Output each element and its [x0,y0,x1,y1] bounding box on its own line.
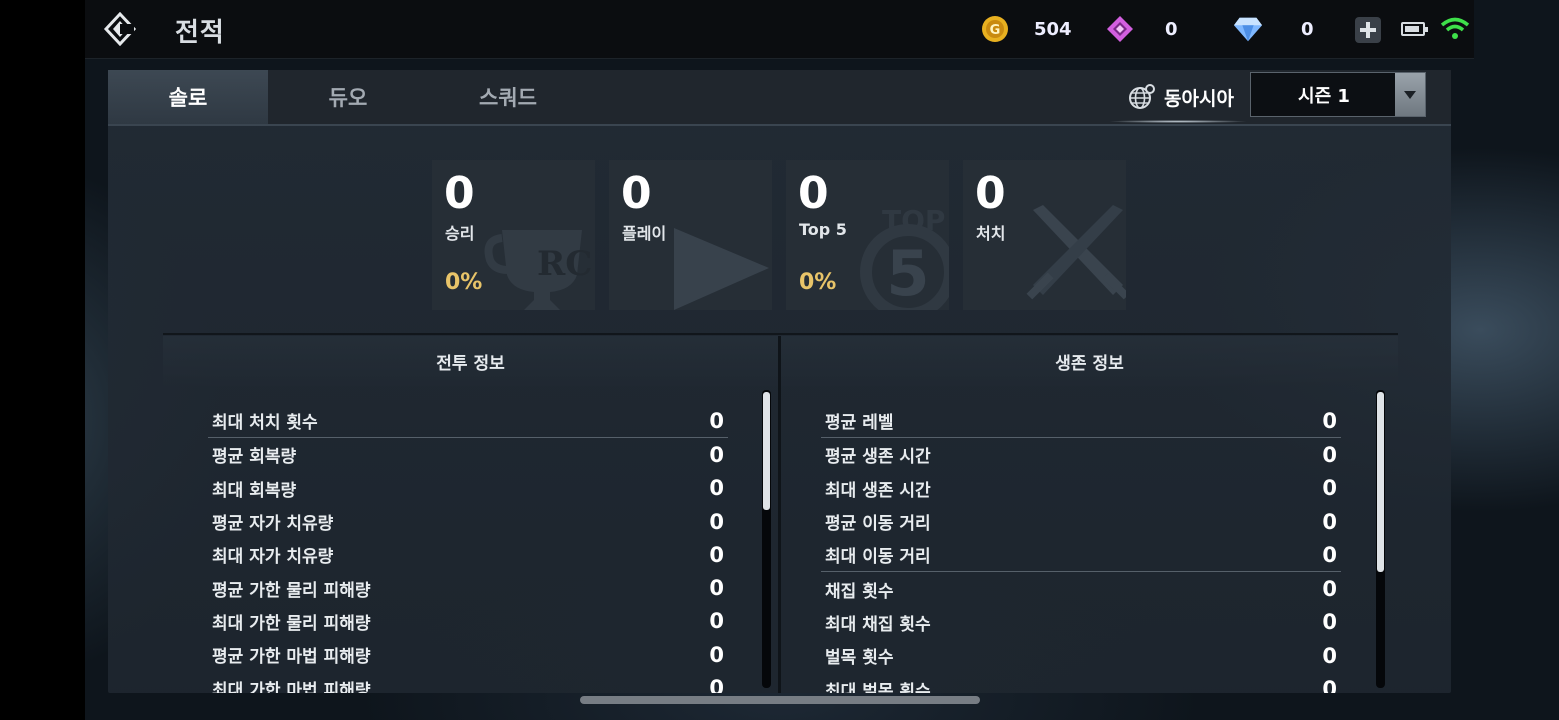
combat-stats-list[interactable]: 최대 처치 횟수 0 평균 회복량 0 최대 회복량 0 평균 자가 치유량 0 최대 … [208,404,733,693]
tab-duo[interactable]: 듀오 [268,70,428,124]
list-item: 최대 자가 치유량 0 [212,542,724,568]
combat-scrollbar-thumb[interactable] [763,392,770,510]
survival-scrollbar[interactable] [1376,390,1385,688]
list-item: 최대 가한 마법 피해량 0 [212,676,724,693]
survival-stats-list[interactable]: 평균 레벨 0 평균 생존 시간 0 최대 생존 시간 0 평균 이동 거리 0 최대 … [821,404,1346,693]
combat-scrollbar[interactable] [762,390,771,688]
region-underline [1108,120,1248,123]
wins-label: 승리 [445,224,475,243]
purple-gem-icon [1105,14,1135,44]
list-item: 최대 회복량 0 [212,476,724,501]
list-item: 평균 이동 거리 0 [825,509,1337,535]
list-item: 평균 회복량 0 [212,442,724,468]
tab-squad[interactable]: 스쿼드 [428,70,588,124]
gold-coin-icon: G [980,14,1010,44]
gold-amount: 504 [1034,18,1072,40]
combat-info-heading: 전투 정보 [163,336,778,386]
kills-value: 0 [975,168,1006,219]
region-selector[interactable]: 동아시아 [1128,82,1234,112]
list-item: 최대 이동 거리 0 [821,538,1341,573]
season-dropdown[interactable]: 시즌 1 [1250,72,1426,117]
list-item: 평균 가한 마법 피해량 0 [212,642,724,668]
diamond-amount: 0 [1301,18,1314,40]
page-title: 전적 [175,18,225,48]
list-item: 평균 생존 시간 0 [825,442,1337,468]
gem-currency: 0 [1105,14,1178,44]
list-item: 최대 채집 횟수 0 [825,610,1337,635]
top5-percent: 0% [799,270,837,295]
plays-card: 0 플레이 [609,160,772,310]
gold-currency: G 504 [980,14,1072,44]
survival-scrollbar-thumb[interactable] [1377,392,1384,572]
vertical-divider [778,336,781,693]
plays-label: 플레이 [622,224,667,243]
list-item: 평균 자가 치유량 0 [212,509,724,535]
top5-card: TOP 5 0 Top 5 0% [786,160,949,310]
mode-tabs: 솔로 듀오 스쿼드 동아시아 시즌 1 [108,70,1451,126]
svg-text:RC: RC [537,244,592,284]
svg-text:G: G [990,23,1001,38]
tab-solo[interactable]: 솔로 [108,70,268,124]
wins-value: 0 [444,168,475,219]
survival-info-heading: 생존 정보 [781,336,1398,386]
list-item: 최대 벌목 횟수 0 [825,677,1337,693]
list-item: 평균 가한 물리 피해량 0 [212,576,724,601]
gem-amount: 0 [1165,18,1178,40]
list-item: 평균 레벨 0 [821,404,1341,439]
stats-panel: 솔로 듀오 스쿼드 동아시아 시즌 1 RC 0 승리 0% 0 플레이 TOP… [108,70,1451,693]
globe-icon [1129,84,1155,109]
season-label: 시즌 1 [1298,85,1350,107]
back-logo-icon[interactable] [103,12,137,46]
top5-value: 0 [798,168,829,219]
wifi-icon [1440,17,1470,39]
diamond-currency: 0 [1233,14,1314,44]
kills-label: 처치 [976,224,1006,243]
dropdown-arrow-icon[interactable] [1395,73,1425,116]
list-item: 최대 처치 횟수 0 [208,404,728,439]
wins-card: RC 0 승리 0% [432,160,595,310]
top5-label: Top 5 [799,220,847,239]
list-item: 최대 가한 물리 피해량 0 [212,609,724,634]
kills-card: 0 처치 [963,160,1126,310]
plays-value: 0 [621,168,652,219]
horizontal-divider [163,333,1398,335]
svg-text:5: 5 [886,237,929,310]
left-black-bar [0,0,85,720]
list-item: 최대 생존 시간 0 [825,476,1337,501]
diamond-icon [1233,14,1263,44]
battery-icon [1401,22,1428,36]
wins-percent: 0% [445,270,483,295]
add-currency-button[interactable] [1355,17,1381,43]
list-item: 벌목 횟수 0 [825,643,1337,669]
list-item: 채집 횟수 0 [825,577,1337,602]
home-indicator[interactable] [580,696,980,704]
region-label: 동아시아 [1164,87,1234,110]
top-bar: 전적 G 504 0 0 [85,0,1474,59]
